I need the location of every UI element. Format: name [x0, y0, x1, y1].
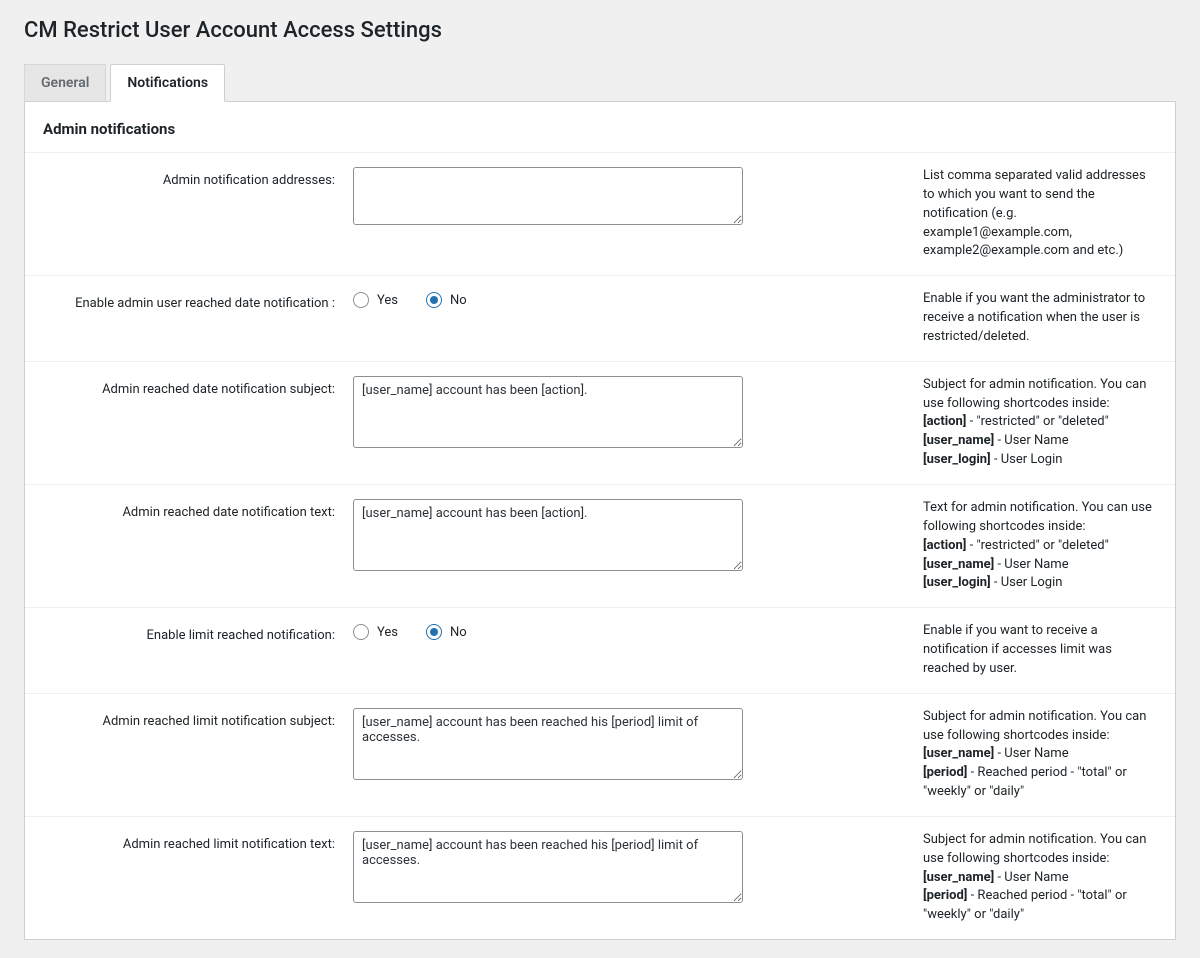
field-help: List comma separated valid addresses to … [763, 167, 1157, 261]
radio-icon [353, 292, 369, 308]
admin-notification-addresses-input[interactable] [353, 167, 743, 225]
field-label: Admin reached limit notification subject… [43, 708, 343, 729]
field-help: Text for admin notification. You can use… [763, 499, 1157, 593]
shortcode-tag: [user_name] [923, 746, 994, 761]
field-label: Admin reached limit notification text: [43, 831, 343, 852]
enable-reached-date-no[interactable]: No [426, 292, 467, 308]
reached-limit-text-input[interactable] [353, 831, 743, 903]
tabs: General Notifications [24, 63, 1176, 101]
row-enable-limit: Enable limit reached notification: Yes N… [25, 607, 1175, 693]
shortcode-desc: - "restricted" or "deleted" [966, 538, 1108, 553]
shortcode-tag: [action] [923, 414, 966, 429]
row-reached-limit-subject: Admin reached limit notification subject… [25, 693, 1175, 816]
page-title: CM Restrict User Account Access Settings [24, 18, 1176, 43]
shortcode-desc: - User Name [994, 433, 1068, 448]
row-admin-notification-addresses: Admin notification addresses: List comma… [25, 152, 1175, 275]
radio-label: No [450, 293, 467, 308]
settings-panel: Admin notifications Admin notification a… [24, 101, 1176, 940]
enable-limit-radio-group: Yes No [353, 622, 753, 640]
shortcode-tag: [period] [923, 888, 967, 903]
help-intro: Subject for admin notification. You can … [923, 708, 1157, 746]
shortcode-desc: - User Name [994, 746, 1068, 761]
radio-label: Yes [377, 293, 398, 308]
shortcode-tag: [user_name] [923, 870, 994, 885]
radio-icon [353, 624, 369, 640]
row-reached-date-subject: Admin reached date notification subject:… [25, 361, 1175, 484]
field-help: Subject for admin notification. You can … [763, 708, 1157, 802]
row-reached-limit-text: Admin reached limit notification text: S… [25, 816, 1175, 939]
enable-limit-no[interactable]: No [426, 624, 467, 640]
tab-notifications[interactable]: Notifications [110, 64, 225, 102]
field-help: Subject for admin notification. You can … [763, 831, 1157, 925]
shortcode-tag: [user_login] [923, 575, 991, 590]
field-label: Admin reached date notification text: [43, 499, 343, 520]
field-help: Enable if you want the administrator to … [763, 290, 1157, 347]
shortcode-tag: [user_name] [923, 433, 994, 448]
shortcode-desc: - "restricted" or "deleted" [966, 414, 1108, 429]
enable-limit-yes[interactable]: Yes [353, 624, 398, 640]
enable-reached-date-radio-group: Yes No [353, 290, 753, 308]
field-label: Admin notification addresses: [43, 167, 343, 188]
row-reached-date-text: Admin reached date notification text: Te… [25, 484, 1175, 607]
shortcode-tag: [user_name] [923, 557, 994, 572]
field-label: Enable limit reached notification: [43, 622, 343, 643]
shortcode-tag: [user_login] [923, 452, 991, 467]
reached-date-subject-input[interactable] [353, 376, 743, 448]
shortcode-tag: [period] [923, 765, 967, 780]
help-intro: Text for admin notification. You can use… [923, 499, 1157, 537]
tab-general[interactable]: General [24, 64, 106, 101]
radio-label: Yes [377, 625, 398, 640]
field-help: Enable if you want to receive a notifica… [763, 622, 1157, 679]
row-enable-reached-date: Enable admin user reached date notificat… [25, 275, 1175, 361]
field-label: Admin reached date notification subject: [43, 376, 343, 397]
shortcode-desc: - User Login [991, 452, 1063, 467]
shortcode-desc: - User Name [994, 870, 1068, 885]
help-intro: Subject for admin notification. You can … [923, 831, 1157, 869]
field-label: Enable admin user reached date notificat… [43, 290, 343, 311]
radio-icon [426, 292, 442, 308]
radio-icon [426, 624, 442, 640]
radio-label: No [450, 625, 467, 640]
section-title: Admin notifications [25, 120, 1175, 152]
enable-reached-date-yes[interactable]: Yes [353, 292, 398, 308]
shortcode-tag: [action] [923, 538, 966, 553]
reached-limit-subject-input[interactable] [353, 708, 743, 780]
shortcode-desc: - User Login [991, 575, 1063, 590]
reached-date-text-input[interactable] [353, 499, 743, 571]
field-help: Subject for admin notification. You can … [763, 376, 1157, 470]
shortcode-desc: - User Name [994, 557, 1068, 572]
help-intro: Subject for admin notification. You can … [923, 376, 1157, 414]
